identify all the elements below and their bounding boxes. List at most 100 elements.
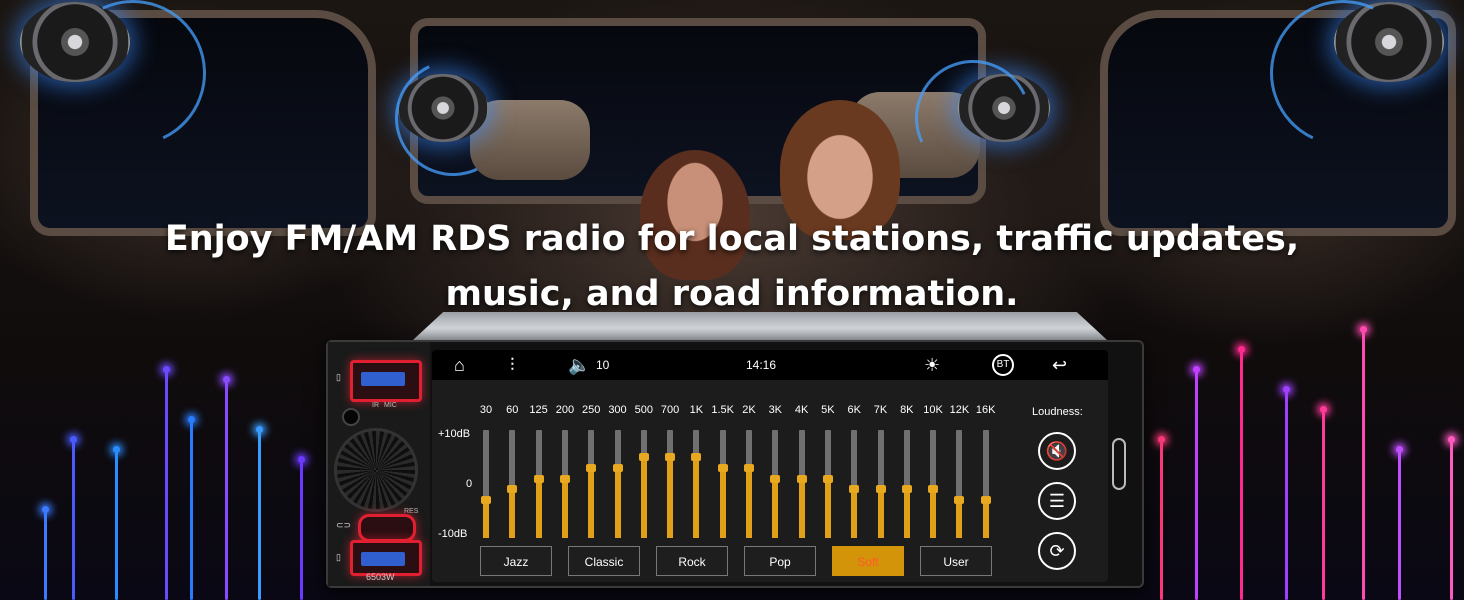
eq-slider-250[interactable] (586, 430, 597, 538)
eq-slider-thumb[interactable] (481, 496, 491, 505)
eq-slider-thumb[interactable] (796, 474, 807, 483)
eq-slider-5K[interactable] (822, 430, 833, 538)
ir-label: IR (372, 402, 379, 409)
eq-slider-fill (561, 478, 568, 538)
eq-slider-fill (930, 489, 937, 538)
neon-light (188, 416, 195, 600)
eq-slider-fill (982, 500, 989, 538)
eq-slider-fill (614, 467, 621, 538)
usb-port-top[interactable] (350, 360, 422, 402)
eq-slider-thumb[interactable] (507, 485, 518, 494)
equalizer-settings-icon[interactable]: ⫶ (510, 354, 515, 376)
neon-light (1360, 326, 1367, 600)
eq-slider-thumb[interactable] (954, 496, 965, 505)
eq-slider-500[interactable] (638, 430, 649, 538)
eq-slider-thumb[interactable] (770, 474, 781, 483)
type-c-icon: ⊂⊃ (336, 520, 352, 530)
eq-slider-fill (483, 500, 489, 538)
volume-level: 10 (596, 358, 610, 372)
eq-slider-thumb[interactable] (533, 474, 544, 483)
eq-slider-fill (719, 467, 726, 538)
eq-slider-thumb[interactable] (849, 485, 860, 494)
reset-eq-button[interactable]: ⟳ (1038, 532, 1076, 570)
eq-slider-60[interactable] (507, 430, 518, 538)
eq-frequency-label: 16K (975, 404, 996, 416)
preset-jazz-button[interactable]: Jazz (480, 546, 552, 576)
db-label-min: -10dB (438, 528, 468, 540)
eq-slider-thumb[interactable] (980, 496, 991, 505)
eq-slider-thumb[interactable] (638, 453, 649, 461)
eq-slider-125[interactable] (533, 430, 544, 538)
neon-light (1193, 366, 1200, 600)
eq-slider-10K[interactable] (928, 430, 939, 538)
eq-slider-fill (798, 478, 805, 538)
eq-mode-button[interactable]: ☰ (1038, 482, 1076, 520)
eq-slider-thumb[interactable] (586, 463, 597, 472)
eq-slider-thumb[interactable] (822, 474, 833, 483)
eq-slider-30[interactable] (481, 430, 491, 538)
eq-slider-8K[interactable] (901, 430, 912, 538)
eq-slider-12K[interactable] (954, 430, 965, 538)
preset-pop-button[interactable]: Pop (744, 546, 816, 576)
volume-icon[interactable]: 🔈 (568, 354, 590, 376)
neon-light (223, 376, 230, 600)
headline-line-1: Enjoy FM/AM RDS radio for local stations… (164, 219, 1300, 259)
eq-slider-fill (588, 467, 595, 538)
usb-icon: ▯ (336, 552, 341, 562)
eq-slider-fill (746, 467, 752, 538)
eq-slider-4K[interactable] (796, 430, 807, 538)
eq-slider-200[interactable] (559, 430, 570, 538)
neon-light (298, 456, 305, 600)
back-icon[interactable]: ↩ (1052, 354, 1067, 376)
refresh-icon: ⟳ (1049, 541, 1065, 561)
model-number: 6503W (366, 572, 395, 582)
release-button[interactable] (1112, 438, 1126, 490)
eq-slider-thumb[interactable] (717, 463, 728, 472)
eq-slider-fill (693, 457, 700, 538)
eq-slider-2K[interactable] (744, 430, 754, 538)
eq-slider-700[interactable] (665, 430, 676, 538)
eq-slider-fill (877, 489, 884, 538)
eq-slider-thumb[interactable] (901, 485, 912, 494)
ir-sensor (342, 408, 360, 426)
preset-rock-button[interactable]: Rock (656, 546, 728, 576)
display-screen: ⌂ ⫶ 🔈 10 14:16 ☀ BT ↩ +10dB 0 -10dB 30 60… (432, 350, 1108, 582)
usb-port-bottom[interactable] (350, 540, 422, 576)
clock: 14:16 (746, 358, 777, 372)
eq-slider-thumb[interactable] (665, 453, 676, 461)
home-icon[interactable]: ⌂ (454, 354, 465, 376)
loudness-mute-button[interactable]: 🔇 (1038, 432, 1076, 470)
eq-slider-3K[interactable] (770, 430, 781, 538)
eq-bars-icon: ☰ (1048, 491, 1066, 511)
bluetooth-icon[interactable]: BT (992, 354, 1014, 376)
head-unit: ▯ IR MIC RES ⊂⊃ ▯ 6503W ⌂ ⫶ 🔈 10 14:16 ☀… (326, 340, 1144, 588)
preset-classic-button[interactable]: Classic (568, 546, 640, 576)
eq-slider-thumb[interactable] (875, 485, 886, 494)
brightness-icon[interactable]: ☀ (924, 354, 940, 376)
neon-light (42, 506, 49, 600)
neon-light (256, 426, 263, 600)
neon-light (1283, 386, 1290, 600)
eq-slider-1K[interactable] (691, 430, 702, 538)
eq-slider-thumb[interactable] (744, 463, 754, 472)
volume-knob[interactable] (334, 428, 418, 512)
neon-light (70, 436, 77, 600)
eq-slider-fill (851, 489, 858, 538)
neon-light (1448, 436, 1455, 600)
eq-slider-16K[interactable] (980, 430, 991, 538)
neon-light (113, 446, 120, 600)
eq-slider-300[interactable] (612, 430, 623, 538)
eq-slider-6K[interactable] (849, 430, 860, 538)
eq-slider-thumb[interactable] (691, 453, 702, 461)
eq-slider-7K[interactable] (875, 430, 886, 538)
preset-soft-button[interactable]: Soft (832, 546, 904, 576)
preset-user-button[interactable]: User (920, 546, 992, 576)
eq-slider-fill (772, 478, 779, 538)
usb-c-port[interactable] (358, 514, 416, 542)
eq-slider-thumb[interactable] (612, 463, 623, 472)
eq-slider-1.5K[interactable] (717, 430, 728, 538)
neon-light (163, 366, 170, 600)
eq-slider-thumb[interactable] (559, 474, 570, 483)
eq-slider-thumb[interactable] (928, 485, 939, 494)
usb-icon: ▯ (336, 372, 341, 382)
